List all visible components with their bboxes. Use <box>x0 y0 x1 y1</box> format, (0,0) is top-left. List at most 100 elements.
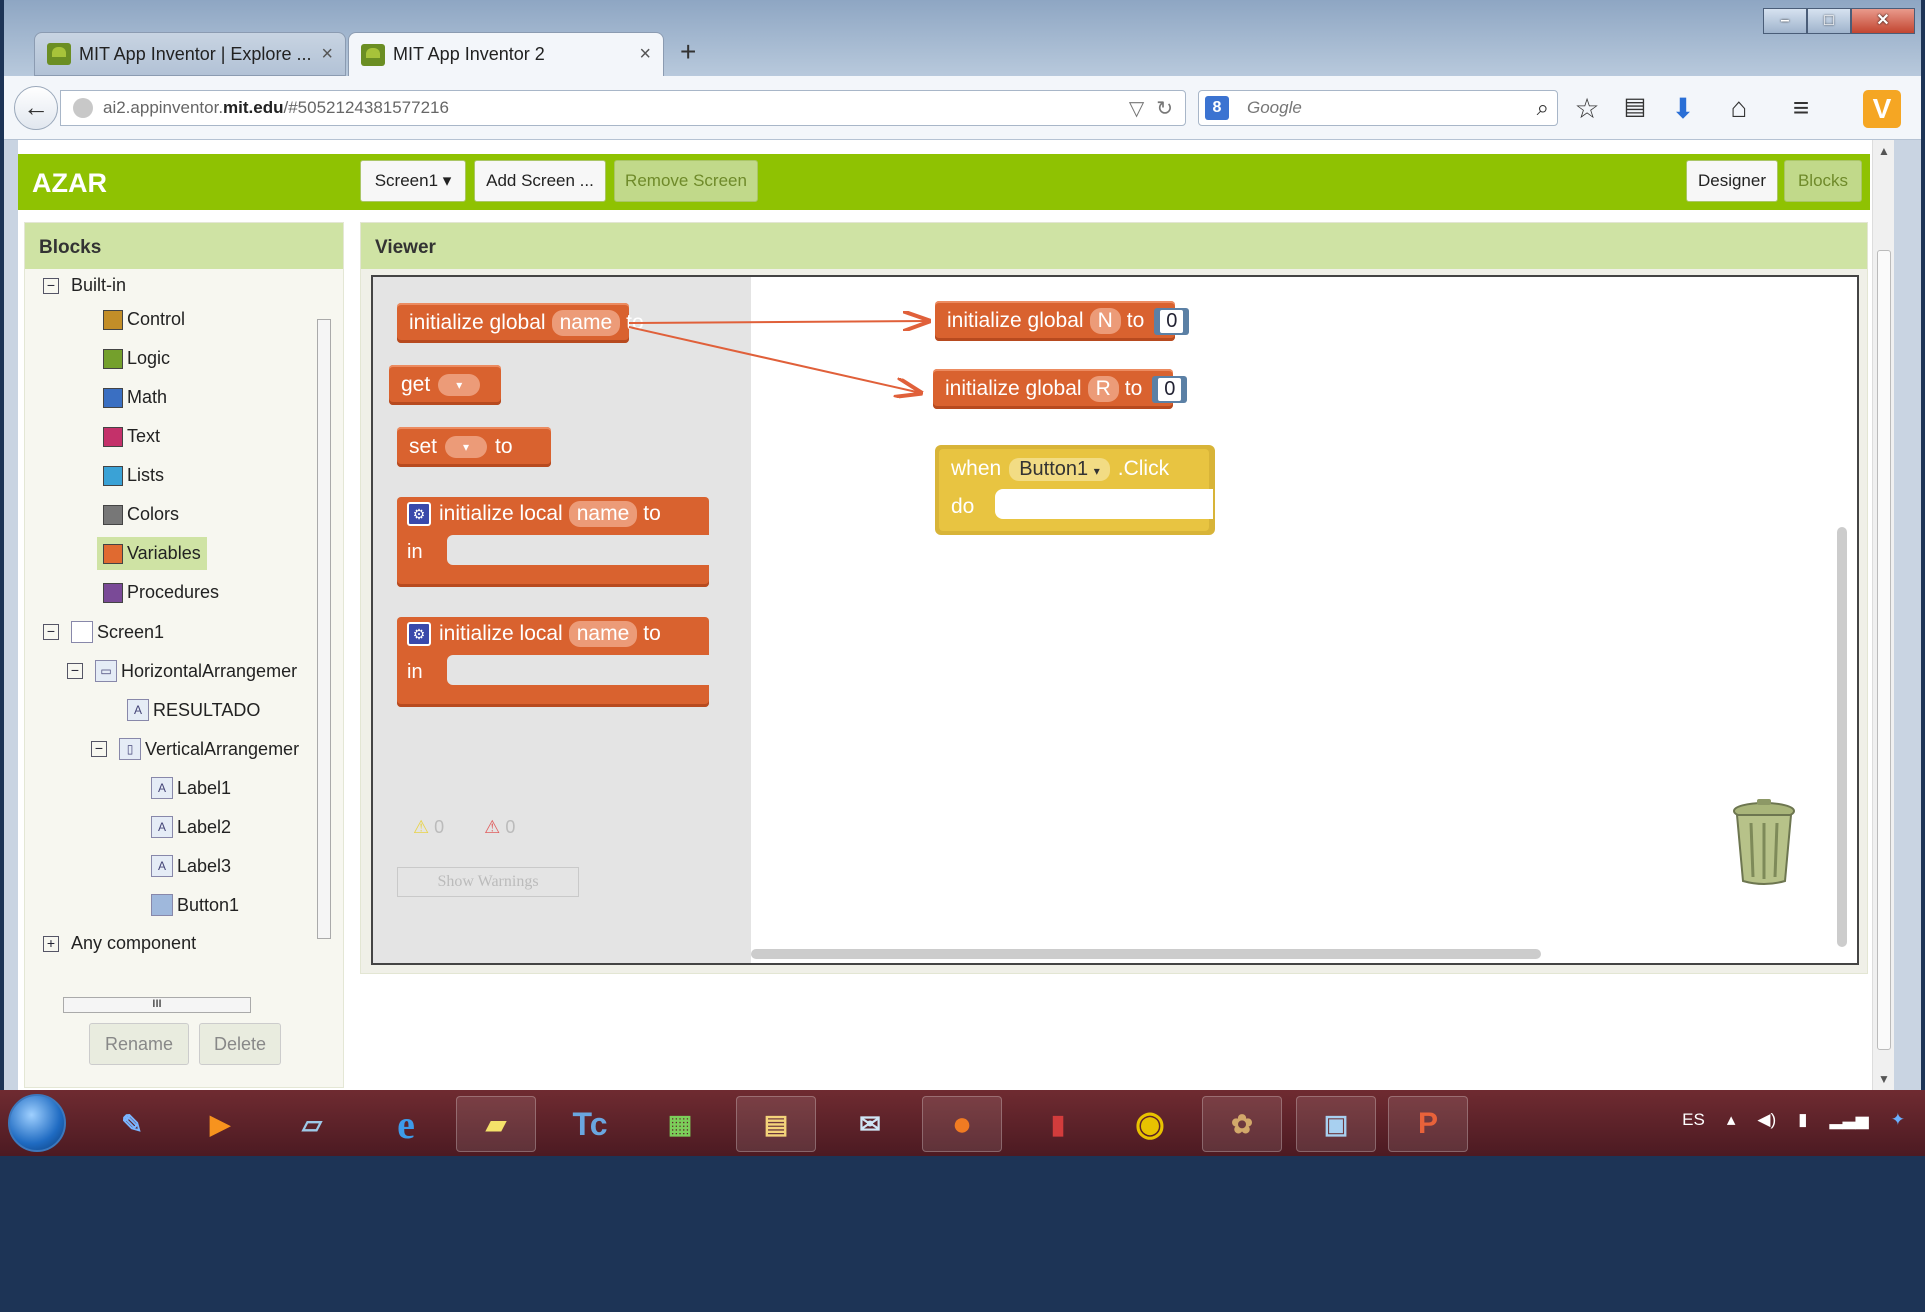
dropbox-icon[interactable]: ✦ <box>1891 1110 1905 1130</box>
maximize-icon[interactable]: □ <box>1807 8 1851 34</box>
show-hidden-icons-icon[interactable]: ▴ <box>1727 1110 1736 1130</box>
download-icon[interactable]: ⬇ <box>1666 92 1700 125</box>
tree-item-control[interactable]: Control <box>103 309 185 330</box>
tree-item-text[interactable]: Text <box>103 426 160 447</box>
bookmark-star-icon[interactable]: ☆ <box>1570 92 1604 125</box>
collapse-icon[interactable]: − <box>43 624 59 640</box>
tab-app-inventor[interactable]: MIT App Inventor 2 × <box>348 32 664 76</box>
variable-name-field[interactable]: R <box>1087 376 1119 402</box>
reload-icon[interactable]: ↻ <box>1156 96 1173 121</box>
procedures-swatch-icon <box>103 582 123 603</box>
init-global-R-block[interactable]: initialize global R to 0 <box>933 369 1188 409</box>
search-icon[interactable]: ⌕ <box>1537 95 1549 121</box>
screen-select-button[interactable]: Screen1 ▾ <box>360 160 466 202</box>
delete-button[interactable]: Delete <box>199 1023 281 1065</box>
tree-item-button1[interactable]: Button1 <box>151 894 239 916</box>
language-indicator[interactable]: ES <box>1682 1110 1705 1130</box>
viewer-header: Viewer <box>361 223 1867 269</box>
tab-explore[interactable]: MIT App Inventor | Explore ... × <box>34 32 346 76</box>
tree-item-variables[interactable]: Variables <box>97 537 207 570</box>
scroll-up-icon[interactable]: ▲ <box>1878 144 1890 158</box>
tree-horizontal-scrollbar[interactable]: III <box>39 995 315 1015</box>
collapse-icon[interactable]: − <box>91 741 107 757</box>
power-icon[interactable]: ▮ <box>1798 1110 1807 1130</box>
close-tab-icon[interactable]: × <box>321 43 333 66</box>
page-scrollbar[interactable]: ▲ ▼ <box>1872 140 1894 1090</box>
tree-item-logic[interactable]: Logic <box>103 348 170 369</box>
explorer-pen-icon[interactable]: ✎ <box>92 1096 172 1152</box>
tree-item-horizontal[interactable]: − ▭ HorizontalArrangemer <box>67 660 297 682</box>
home-icon[interactable]: ⌂ <box>1722 92 1756 124</box>
ws-hscroll-thumb[interactable] <box>751 949 1541 959</box>
designer-button[interactable]: Designer <box>1686 160 1778 202</box>
scroll-down-icon[interactable]: ▼ <box>1878 1072 1890 1086</box>
variable-name-field[interactable]: N <box>1089 308 1121 334</box>
remote-desktop-icon[interactable]: ▣ <box>1296 1096 1376 1152</box>
number-block[interactable]: 0 <box>1152 375 1188 403</box>
tree-item-label3[interactable]: A Label3 <box>151 855 231 877</box>
search-bar[interactable]: 8 Google ⌕ <box>1198 90 1558 126</box>
tree-item-vertical[interactable]: − ▯ VerticalArrangemer <box>91 738 299 760</box>
collapse-icon[interactable]: − <box>67 663 83 679</box>
tree-item-colors[interactable]: Colors <box>103 504 179 525</box>
menu-icon[interactable]: ≡ <box>1784 92 1818 124</box>
number-block[interactable]: 0 <box>1154 307 1190 335</box>
collapse-icon[interactable]: − <box>43 277 59 294</box>
component-dropdown[interactable]: Button1 ▾ <box>1009 457 1110 481</box>
blocks-tree: − Built-in Control Logic Math Text Lists… <box>31 275 321 975</box>
init-global-N-block[interactable]: initialize global N to 0 <box>935 301 1190 341</box>
paint-app-icon[interactable]: ✿ <box>1202 1096 1282 1152</box>
tree-item-label1[interactable]: A Label1 <box>151 777 231 799</box>
tree-item-math[interactable]: Math <box>103 387 167 408</box>
vivaldi-icon[interactable]: V <box>1863 90 1901 128</box>
number-field[interactable]: 0 <box>1160 309 1184 333</box>
reading-list-icon[interactable]: ▤ <box>1618 92 1652 121</box>
volume-icon[interactable]: ◀) <box>1757 1110 1776 1130</box>
dropdown-arrow-icon[interactable]: ▽ <box>1129 96 1144 121</box>
firefox-icon[interactable]: ● <box>922 1096 1002 1152</box>
tree-any-component[interactable]: + Any component <box>43 933 196 954</box>
blocks-button[interactable]: Blocks <box>1784 160 1862 202</box>
file-explorer-icon[interactable]: ▤ <box>736 1096 816 1152</box>
minimize-icon[interactable]: – <box>1763 8 1807 34</box>
close-tab-icon[interactable]: × <box>639 43 651 66</box>
workspace-vertical-scrollbar[interactable] <box>1833 277 1851 963</box>
back-arrow-icon[interactable]: ← <box>14 86 58 130</box>
tree-screen1[interactable]: − Screen1 <box>43 621 164 643</box>
rename-button[interactable]: Rename <box>89 1023 189 1065</box>
powerpoint-icon[interactable]: P <box>1388 1096 1468 1152</box>
media-player-icon[interactable]: ▶ <box>180 1096 260 1152</box>
internet-explorer-icon[interactable]: e <box>366 1096 446 1152</box>
page-scroll-thumb[interactable] <box>1877 250 1891 1050</box>
add-screen-button[interactable]: Add Screen ... <box>474 160 606 202</box>
close-window-icon[interactable]: ✕ <box>1851 8 1915 34</box>
google-g-icon[interactable]: 8 <box>1205 96 1229 120</box>
notes-icon[interactable]: ▱ <box>272 1096 352 1152</box>
new-tab-icon[interactable]: + <box>680 36 696 68</box>
address-bar[interactable]: ai2.appinventor.mit.edu/#505212438157721… <box>60 90 1186 126</box>
network-signal-icon[interactable]: ▂▃▅ <box>1830 1110 1869 1130</box>
blocks-workspace[interactable]: initialize global name to get ▾ set ▾ to <box>371 275 1859 965</box>
tree-item-resultado[interactable]: A RESULTADO <box>127 699 260 721</box>
ws-scroll-thumb[interactable] <box>1837 527 1847 947</box>
tree-item-lists[interactable]: Lists <box>103 465 164 486</box>
turbo-c-icon[interactable]: Tc <box>550 1096 630 1152</box>
number-field[interactable]: 0 <box>1158 377 1182 401</box>
sticky-notes-icon[interactable]: ▰ <box>456 1096 536 1152</box>
mail-icon[interactable]: ✉ <box>830 1096 910 1152</box>
chrome-icon[interactable]: ◉ <box>1110 1096 1190 1152</box>
chart-app-icon[interactable]: ▦ <box>640 1096 720 1152</box>
button1-click-event-block[interactable]: when Button1 ▾ .Click do <box>935 445 1215 535</box>
start-button-icon[interactable] <box>8 1094 66 1152</box>
tree-vertical-scrollbar[interactable] <box>315 279 333 969</box>
tree-builtin[interactable]: − Built-in <box>43 275 126 296</box>
tree-scroll-thumb[interactable] <box>317 319 331 939</box>
tree-item-label2[interactable]: A Label2 <box>151 816 231 838</box>
trash-can-icon[interactable] <box>1729 797 1799 887</box>
url-prefix: ai2.appinventor. <box>103 98 224 117</box>
tree-item-procedures[interactable]: Procedures <box>103 582 219 603</box>
remove-screen-button[interactable]: Remove Screen <box>614 160 758 202</box>
book-app-icon[interactable]: ▮ <box>1018 1096 1098 1152</box>
tree-hscroll-thumb[interactable]: III <box>63 997 251 1013</box>
expand-icon[interactable]: + <box>43 935 59 952</box>
